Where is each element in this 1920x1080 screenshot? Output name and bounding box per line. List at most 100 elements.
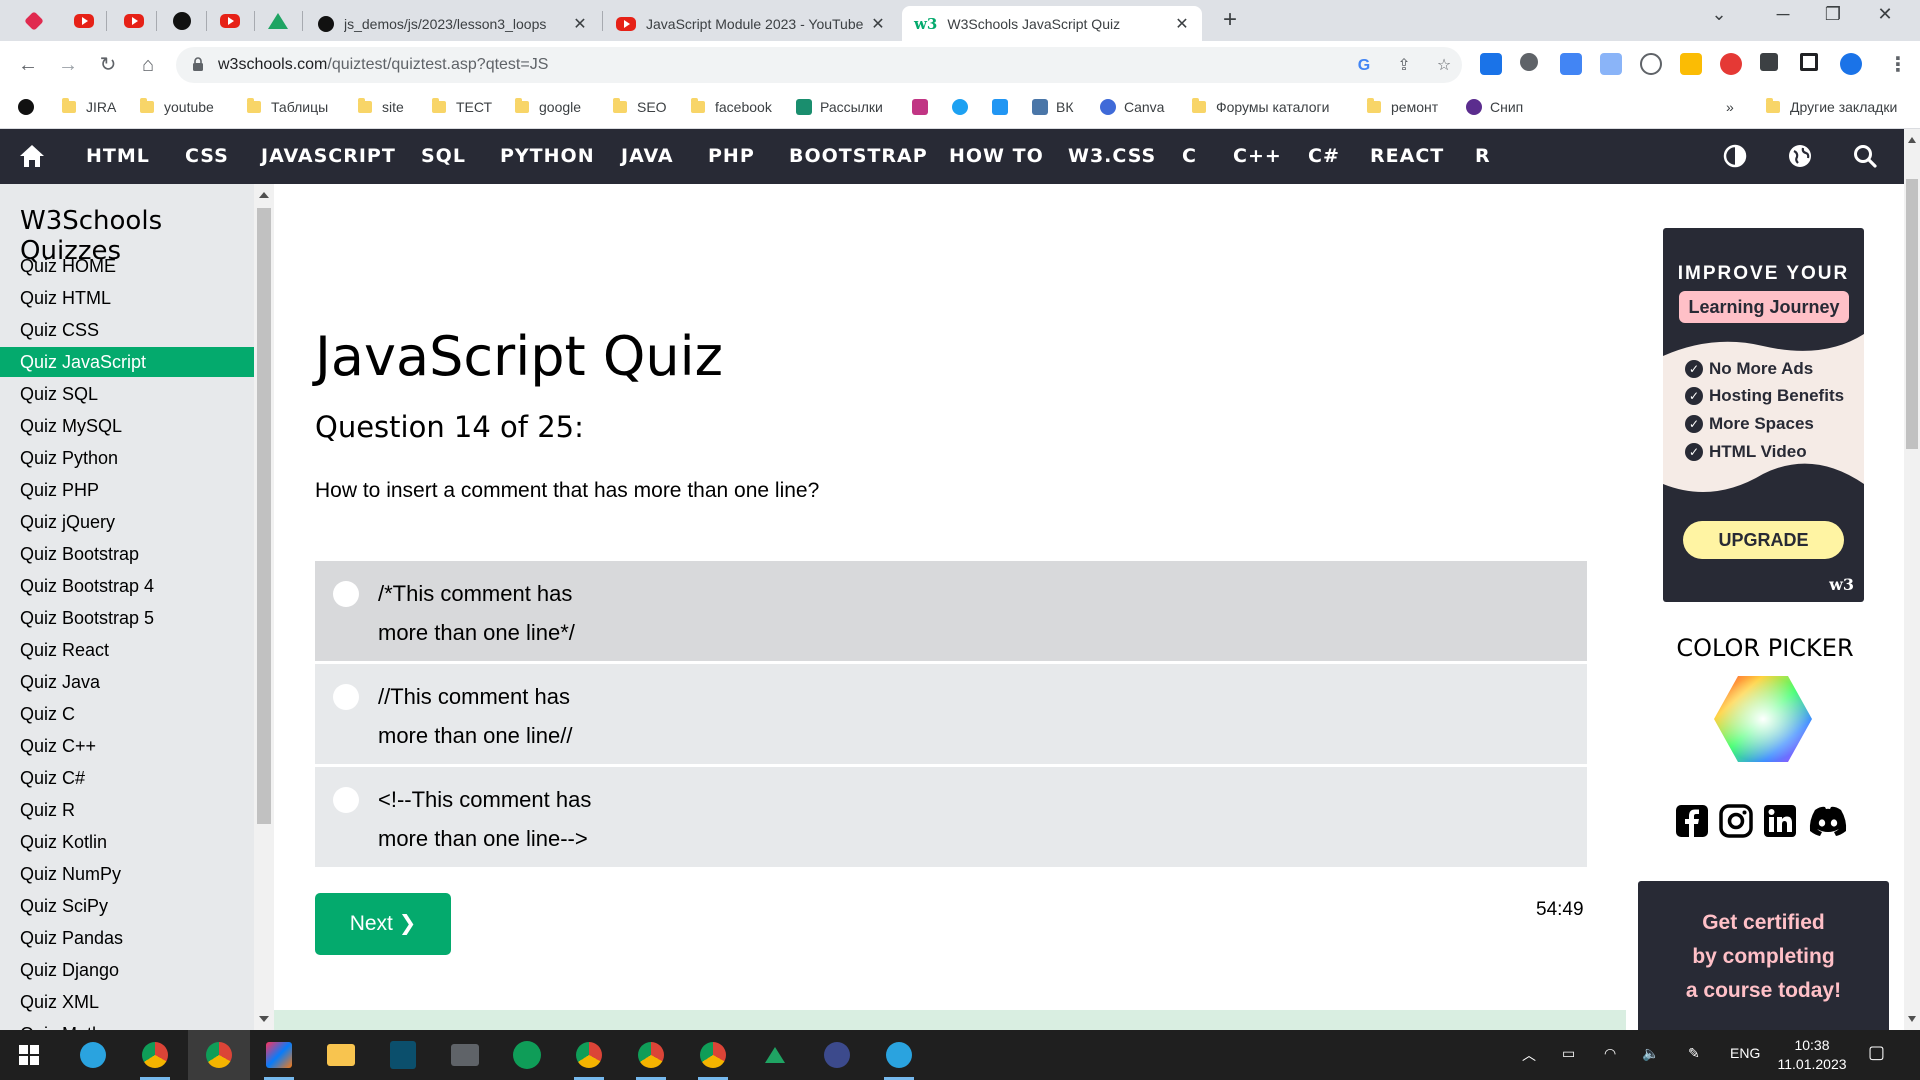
sidebar-item-quiz-bootstrap-4[interactable]: Quiz Bootstrap 4	[0, 571, 254, 601]
radio-button[interactable]	[333, 581, 359, 607]
discord-icon[interactable]	[1806, 804, 1850, 838]
sidebar-item-quiz-kotlin[interactable]: Quiz Kotlin	[0, 827, 254, 857]
app-icon[interactable]	[386, 1038, 420, 1072]
telegram-icon[interactable]	[76, 1038, 110, 1072]
bookmark-folder[interactable]: Форумы каталоги	[1192, 98, 1329, 115]
side-panel-icon[interactable]	[1800, 53, 1818, 71]
sidebar-item-quiz-scipy[interactable]: Quiz SciPy	[0, 891, 254, 921]
nav-cpp[interactable]: C++	[1233, 129, 1282, 184]
extension-icon[interactable]	[1680, 53, 1702, 75]
sidebar-item-quiz-home[interactable]: Quiz HOME	[0, 251, 254, 281]
bookmark-folder[interactable]: facebook	[691, 98, 772, 115]
pinned-tab-5[interactable]	[216, 7, 244, 35]
chrome-icon[interactable]	[138, 1038, 172, 1080]
sidebar-item-quiz-r[interactable]: Quiz R	[0, 795, 254, 825]
chrome-profile-icon[interactable]	[634, 1038, 668, 1080]
app-icon[interactable]	[820, 1038, 854, 1072]
nav-php[interactable]: PHP	[708, 129, 755, 184]
file-explorer-icon[interactable]	[324, 1038, 358, 1072]
instagram-icon[interactable]	[1719, 804, 1753, 838]
answer-option-3[interactable]: <!--This comment has more than one line-…	[315, 767, 1587, 867]
tray-chevron-icon[interactable]: ︿	[1522, 1045, 1536, 1065]
bookmark-star-icon[interactable]: ☆	[1434, 56, 1454, 76]
page-scrollbar[interactable]	[1904, 129, 1920, 1030]
sidebar-item-quiz-c[interactable]: Quiz C	[0, 699, 254, 729]
tab-github[interactable]: js_demos/js/2023/lesson3_loops ✕	[306, 6, 600, 41]
chrome-profile-icon[interactable]	[572, 1038, 606, 1080]
linkedin-icon[interactable]	[1763, 804, 1797, 838]
tab-w3schools-quiz[interactable]: w3 W3Schools JavaScript Quiz ✕	[902, 6, 1202, 41]
nav-bootstrap[interactable]: BOOTSTRAP	[789, 129, 928, 184]
sidebar-item-quiz-javascript[interactable]: Quiz JavaScript	[0, 347, 254, 377]
nav-python[interactable]: PYTHON	[500, 129, 595, 184]
nav-react[interactable]: REACT	[1370, 129, 1444, 184]
google-icon[interactable]: G	[1354, 56, 1374, 76]
close-tab-icon[interactable]: ✕	[1174, 14, 1190, 34]
close-window-button[interactable]: ✕	[1870, 4, 1900, 25]
upgrade-button[interactable]: UPGRADE	[1683, 521, 1844, 559]
nav-java[interactable]: JAVA	[621, 129, 674, 184]
scrollbar-thumb[interactable]	[1906, 179, 1918, 449]
radio-button[interactable]	[333, 684, 359, 710]
clock[interactable]: 10:38 11.01.2023	[1776, 1036, 1848, 1074]
sidebar-item-quiz-jquery[interactable]: Quiz jQuery	[0, 507, 254, 537]
bookmark-github[interactable]	[18, 99, 42, 115]
sidebar-item-quiz-bootstrap[interactable]: Quiz Bootstrap	[0, 539, 254, 569]
sidebar-item-quiz-sql[interactable]: Quiz SQL	[0, 379, 254, 409]
pinned-tab-4[interactable]	[168, 7, 196, 35]
chrome-active-icon[interactable]	[188, 1030, 250, 1080]
search-icon[interactable]	[1852, 143, 1878, 169]
sidebar-item-quiz-xml[interactable]: Quiz XML	[0, 987, 254, 1017]
close-tab-icon[interactable]: ✕	[870, 14, 886, 34]
bookmark-folder[interactable]: google	[515, 98, 581, 115]
puzzle-icon[interactable]	[1760, 53, 1778, 71]
sidebar-item-quiz-css[interactable]: Quiz CSS	[0, 315, 254, 345]
dark-mode-icon[interactable]	[1722, 143, 1748, 169]
bookmark-folder[interactable]: ТЕСТ	[432, 98, 492, 115]
bookmark-link[interactable]: ВК	[1032, 99, 1074, 115]
pen-icon[interactable]: ✎	[1688, 1045, 1700, 1062]
sidebar-item-quiz-html[interactable]: Quiz HTML	[0, 283, 254, 313]
bookmark-folder[interactable]: SEO	[613, 98, 667, 115]
bookmark-folder[interactable]: ремонт	[1367, 98, 1438, 115]
telegram-icon[interactable]	[882, 1038, 916, 1080]
nav-sql[interactable]: SQL	[421, 129, 466, 184]
color-picker-icon[interactable]	[1713, 674, 1813, 764]
wifi-icon[interactable]: ◠	[1604, 1045, 1616, 1062]
extension-icon[interactable]	[1520, 53, 1538, 71]
bookmark-folder[interactable]: Таблицы	[247, 98, 328, 115]
scroll-down-icon[interactable]	[1908, 1016, 1916, 1022]
app-s-icon[interactable]	[510, 1038, 544, 1072]
sidebar-item-quiz-numpy[interactable]: Quiz NumPy	[0, 859, 254, 889]
sidebar-item-quiz-python[interactable]: Quiz Python	[0, 443, 254, 473]
bookmarks-overflow[interactable]: »	[1726, 99, 1734, 115]
chrome-profile-icon[interactable]	[696, 1038, 730, 1080]
windows-start-icon[interactable]	[12, 1038, 46, 1072]
nav-how-to[interactable]: HOW TO	[949, 129, 1044, 184]
close-tab-icon[interactable]: ✕	[572, 14, 588, 34]
radio-button[interactable]	[333, 787, 359, 813]
nav-w3css[interactable]: W3.CSS	[1068, 129, 1156, 184]
volume-icon[interactable]: 🔈	[1642, 1045, 1659, 1062]
sidebar-item-quiz-c[interactable]: Quiz C++	[0, 731, 254, 761]
facebook-icon[interactable]	[1675, 804, 1709, 838]
pinned-tab-3[interactable]	[120, 7, 148, 35]
bookmark-twitter[interactable]	[952, 99, 976, 115]
address-bar[interactable]: w3schools.com/quiztest/quiztest.asp?qtes…	[176, 47, 1462, 83]
scroll-up-icon[interactable]	[1908, 137, 1916, 143]
language-indicator[interactable]: ENG	[1730, 1045, 1760, 1061]
tab-search-icon[interactable]: ⌄	[1704, 4, 1734, 25]
sidebar-item-quiz-java[interactable]: Quiz Java	[0, 667, 254, 697]
answer-option-1[interactable]: /*This comment has more than one line*/	[315, 561, 1587, 661]
scroll-down-icon[interactable]	[259, 1016, 269, 1022]
next-button[interactable]: Next ❯	[315, 893, 451, 955]
sidebar-item-quiz-react[interactable]: Quiz React	[0, 635, 254, 665]
sidebar-item-quiz-php[interactable]: Quiz PHP	[0, 475, 254, 505]
sidebar-item-quiz-bootstrap-5[interactable]: Quiz Bootstrap 5	[0, 603, 254, 633]
extension-icon[interactable]	[1480, 53, 1502, 75]
profile-avatar[interactable]	[1840, 53, 1862, 75]
maximize-button[interactable]: ❐	[1818, 4, 1848, 25]
minimize-button[interactable]: ─	[1768, 4, 1798, 25]
nav-c[interactable]: C	[1182, 129, 1197, 184]
nav-html[interactable]: HTML	[86, 129, 150, 184]
